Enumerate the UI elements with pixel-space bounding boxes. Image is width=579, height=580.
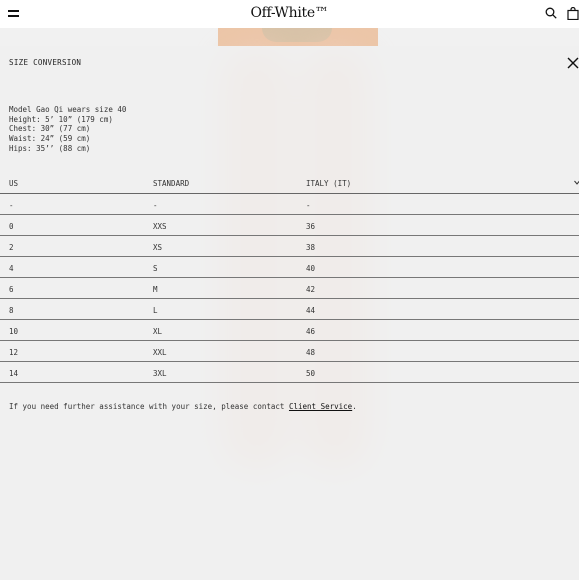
model-info-line: Waist: 24” (59 cm)	[9, 134, 91, 144]
cell-standard: XS	[153, 243, 163, 252]
cell-standard: XXL	[153, 348, 167, 357]
table-row: 4 S 40	[0, 257, 579, 278]
cell-us: 2	[9, 243, 14, 252]
column-header-us: US	[9, 179, 19, 188]
table-row: 0 XXS 36	[0, 215, 579, 236]
cell-us: 14	[9, 369, 19, 378]
assistance-note: If you need further assistance with your…	[9, 402, 357, 411]
table-row: 10 XL 46	[0, 320, 579, 341]
cell-italy: 40	[306, 264, 316, 273]
column-header-italy[interactable]: ITALY (IT)	[306, 179, 351, 188]
table-row: 2 XS 38	[0, 236, 579, 257]
cell-italy: 42	[306, 285, 316, 294]
brand-logo[interactable]: Off-White™	[0, 5, 579, 21]
cell-us: 8	[9, 306, 14, 315]
cell-us: 0	[9, 222, 14, 231]
cell-standard: -	[153, 201, 158, 210]
cell-standard: L	[153, 306, 158, 315]
client-service-link[interactable]: Client Service	[289, 402, 352, 411]
cell-italy: -	[306, 201, 311, 210]
cell-us: 10	[9, 327, 19, 336]
cell-us: -	[9, 201, 14, 210]
cell-us: 6	[9, 285, 14, 294]
chevron-down-icon[interactable]	[574, 180, 579, 185]
model-info-line: Hips: 35’’ (88 cm)	[9, 143, 91, 153]
cell-italy: 36	[306, 222, 316, 231]
cell-standard: M	[153, 285, 158, 294]
cell-standard: 3XL	[153, 369, 167, 378]
shopping-bag-icon[interactable]	[567, 7, 579, 20]
column-header-standard: STANDARD	[153, 179, 190, 188]
model-info-line: Model Gao Qi wears size 40	[9, 105, 127, 114]
cell-italy: 50	[306, 369, 316, 378]
size-table: US STANDARD ITALY (IT) - - - 0 XXS 36 2 …	[0, 176, 579, 383]
cell-italy: 46	[306, 327, 316, 336]
search-icon[interactable]	[545, 7, 557, 19]
cell-standard: XL	[153, 327, 163, 336]
model-info-line: Chest: 30” (77 cm)	[9, 124, 91, 134]
table-row: 8 L 44	[0, 299, 579, 320]
cell-standard: XXS	[153, 222, 167, 231]
cell-us: 4	[9, 264, 14, 273]
cell-standard: S	[153, 264, 158, 273]
model-info-line: Height: 5’ 10” (179 cm)	[9, 114, 113, 124]
model-info: Model Gao Qi wears size 40 Height: 5’ 10…	[9, 105, 126, 154]
table-row: - - -	[0, 194, 579, 215]
table-row: 6 M 42	[0, 278, 579, 299]
close-icon[interactable]	[566, 56, 579, 70]
size-conversion-panel: SIZE CONVERSION Model Gao Qi wears size …	[0, 46, 579, 580]
assistance-end: .	[352, 402, 357, 411]
site-header: Off-White™	[0, 0, 579, 28]
table-row: 14 3XL 50	[0, 362, 579, 383]
cell-italy: 38	[306, 243, 316, 252]
cell-italy: 44	[306, 306, 316, 315]
table-row: 12 XXL 48	[0, 341, 579, 362]
cell-us: 12	[9, 348, 19, 357]
cell-italy: 48	[306, 348, 316, 357]
panel-title: SIZE CONVERSION	[9, 58, 82, 67]
assistance-text: If you need further assistance with your…	[9, 402, 289, 411]
table-header: US STANDARD ITALY (IT)	[0, 176, 579, 194]
